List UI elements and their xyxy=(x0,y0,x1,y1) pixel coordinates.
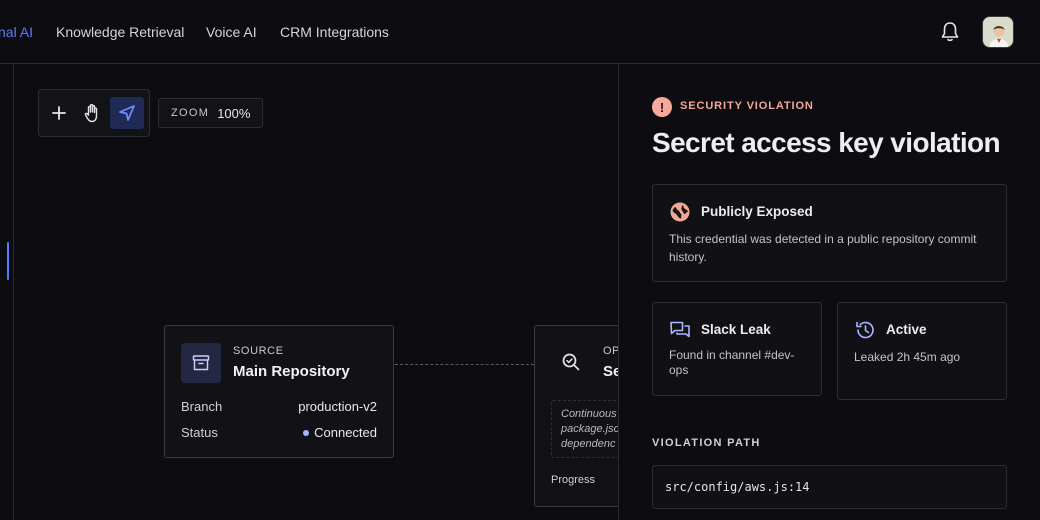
operation-node[interactable]: OP Se Continuous package.jso dependenc P… xyxy=(534,325,618,507)
note-line: Continuous xyxy=(561,408,617,420)
chat-bubbles-icon xyxy=(670,321,690,338)
archive-icon xyxy=(181,343,221,383)
progress-label: Progress xyxy=(551,474,596,486)
nav-item-crm-integrations[interactable]: CRM Integrations xyxy=(280,24,389,40)
zoom-indicator[interactable]: ZOOM 100% xyxy=(158,98,263,128)
violation-path-label: VIOLATION PATH xyxy=(652,437,761,449)
slack-leak-card: Slack Leak Found in channel #dev-ops xyxy=(652,302,822,396)
workflow-canvas[interactable]: ZOOM 100% SOURCE Main Repository Branch … xyxy=(15,65,618,520)
active-status-card: Active Leaked 2h 45m ago xyxy=(837,302,1007,400)
source-node[interactable]: SOURCE Main Repository Branch production… xyxy=(164,325,394,458)
canvas-toolbar xyxy=(38,89,150,137)
card-description: This credential was detected in a public… xyxy=(669,232,977,264)
card-title: Active xyxy=(886,322,927,337)
card-title: Slack Leak xyxy=(701,322,771,337)
violation-path-value[interactable]: src/config/aws.js:14 xyxy=(652,465,1007,509)
public-exposure-card: Publicly Exposed This credential was det… xyxy=(652,184,1007,282)
status-value: Connected xyxy=(303,425,377,440)
select-tool-button[interactable] xyxy=(110,97,144,129)
card-description: Found in channel #dev-ops xyxy=(669,348,795,377)
plus-icon xyxy=(52,106,66,120)
status-text: Connected xyxy=(314,425,377,440)
globe-icon xyxy=(670,202,690,222)
bell-icon[interactable] xyxy=(940,21,960,43)
history-icon xyxy=(856,321,874,339)
user-avatar-icon xyxy=(983,17,1013,47)
alert-icon: ! xyxy=(652,97,672,117)
add-node-button[interactable] xyxy=(42,97,76,129)
violation-details-panel: ! SECURITY VIOLATION Secret access key v… xyxy=(618,65,1040,520)
violation-category: SECURITY VIOLATION xyxy=(680,100,814,112)
node-title: Main Repository xyxy=(233,363,350,380)
node-connector xyxy=(395,364,534,365)
zoom-label: ZOOM xyxy=(171,107,210,119)
hand-icon xyxy=(84,103,98,123)
panel-title: Secret access key violation xyxy=(652,127,1001,158)
node-title: Se xyxy=(603,363,618,380)
branch-value: production-v2 xyxy=(298,399,377,414)
avatar[interactable] xyxy=(982,16,1014,48)
card-description: Leaked 2h 45m ago xyxy=(854,350,961,364)
left-rail xyxy=(0,64,14,520)
operation-note: Continuous package.jso dependenc xyxy=(551,400,618,458)
nav-item-voice-ai[interactable]: Voice AI xyxy=(206,24,257,40)
note-line: dependenc xyxy=(561,438,616,450)
card-title: Publicly Exposed xyxy=(701,204,813,219)
pointer-icon xyxy=(119,105,135,121)
node-type-label: SOURCE xyxy=(233,345,284,357)
note-line: package.jso xyxy=(561,423,618,435)
node-type-label: OP xyxy=(603,345,618,357)
search-check-icon xyxy=(562,353,580,371)
top-navigation: nal AI Knowledge Retrieval Voice AI CRM … xyxy=(0,0,1040,64)
pan-tool-button[interactable] xyxy=(76,97,110,129)
status-dot xyxy=(303,430,310,436)
nav-item-omnichannel-ai[interactable]: nal AI xyxy=(0,24,33,40)
branch-label: Branch xyxy=(181,399,223,414)
zoom-value: 100% xyxy=(217,105,251,121)
rail-active-indicator xyxy=(7,242,9,280)
nav-item-knowledge-retrieval[interactable]: Knowledge Retrieval xyxy=(56,24,184,40)
status-label: Status xyxy=(181,425,218,440)
